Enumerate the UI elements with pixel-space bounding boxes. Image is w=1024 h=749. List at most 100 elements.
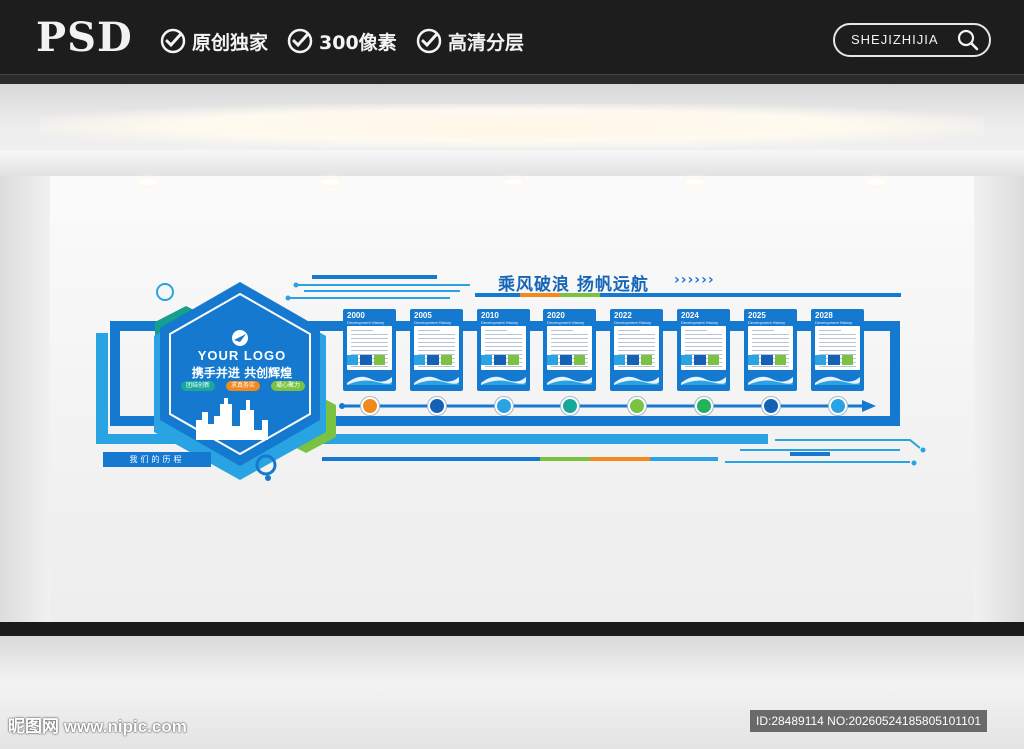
card-photos	[614, 355, 652, 365]
card-photos	[815, 355, 853, 365]
text-line	[485, 334, 522, 335]
image-id-watermark: ID:28489114 NO:20260524185805101101	[750, 710, 988, 732]
text-line	[418, 342, 455, 343]
timeline-card: 2028 Development History	[811, 309, 864, 391]
timeline-card: 2020 Development History	[543, 309, 596, 391]
text-line	[685, 350, 722, 351]
text-line	[485, 330, 507, 331]
text-line	[485, 366, 522, 367]
value-tag: 凝心聚力	[270, 381, 305, 391]
logo-text: YOUR LOGO	[197, 348, 287, 363]
timeline-card: 2024 Development History	[677, 309, 730, 391]
wave-decoration	[481, 376, 526, 385]
text-line	[551, 330, 573, 331]
timeline-year: 2022	[614, 311, 632, 320]
text-line	[752, 366, 789, 367]
text-line	[685, 334, 722, 335]
text-line	[752, 342, 789, 343]
text-line	[351, 338, 388, 339]
card-photos	[547, 355, 585, 365]
text-line	[685, 330, 707, 331]
text-line	[551, 350, 588, 351]
timeline-subtitle: Development History	[681, 320, 719, 325]
text-line	[618, 346, 655, 347]
text-line	[685, 338, 722, 339]
text-line	[752, 350, 789, 351]
wave-decoration	[347, 376, 392, 385]
timeline-subtitle: Development History	[414, 320, 452, 325]
wall-title: 乘风破浪 扬帆远航	[498, 275, 649, 295]
card-photos	[347, 355, 385, 365]
card-photos	[681, 355, 719, 365]
value-tag: 团结创新	[181, 381, 216, 391]
text-line	[752, 338, 789, 339]
text-line	[351, 330, 373, 331]
slogan: 携手并进 共创辉煌	[191, 366, 293, 380]
timeline-card: 2005 Development History	[410, 309, 463, 391]
timeline-card: 2025 Development History	[744, 309, 797, 391]
text-line	[485, 338, 522, 339]
value-tag: 求真务实	[225, 381, 260, 391]
timeline-node	[428, 397, 446, 415]
text-line	[418, 334, 455, 335]
timeline-subtitle: Development History	[815, 320, 853, 325]
text-line	[819, 366, 856, 367]
card-photos	[414, 355, 452, 365]
text-line	[752, 334, 789, 335]
text-line	[618, 366, 655, 367]
text-line	[819, 338, 856, 339]
text-line	[551, 342, 588, 343]
text-line	[819, 330, 841, 331]
text-line	[351, 342, 388, 343]
text-line	[819, 350, 856, 351]
timeline-year: 2010	[481, 311, 499, 320]
text-line	[351, 346, 388, 347]
timeline-node	[695, 397, 713, 415]
text-line	[618, 338, 655, 339]
text-line	[685, 342, 722, 343]
text-line	[551, 346, 588, 347]
timeline-node	[829, 397, 847, 415]
timeline-node	[361, 397, 379, 415]
timeline-card: 2000 Development History	[343, 309, 396, 391]
text-line	[618, 330, 640, 331]
text-line	[551, 338, 588, 339]
text-line	[351, 350, 388, 351]
timeline-node	[561, 397, 579, 415]
wave-decoration	[547, 376, 592, 385]
card-photos	[481, 355, 519, 365]
text-line	[752, 346, 789, 347]
timeline-card: 2010 Development History	[477, 309, 530, 391]
text-line	[351, 366, 388, 367]
text-line	[685, 346, 722, 347]
text-line	[418, 346, 455, 347]
text-line	[418, 366, 455, 367]
timeline-card: 2022 Development History	[610, 309, 663, 391]
timeline-year: 2020	[547, 311, 565, 320]
chevron-arrows-icon: ››››››	[674, 272, 715, 288]
timeline-year: 2005	[414, 311, 432, 320]
card-photos	[748, 355, 786, 365]
text-line	[685, 366, 722, 367]
text-line	[485, 350, 522, 351]
timeline-subtitle: Development History	[481, 320, 519, 325]
timeline-subtitle: Development History	[614, 320, 652, 325]
text-line	[819, 342, 856, 343]
text-line	[485, 346, 522, 347]
timeline-node	[495, 397, 513, 415]
text-line	[618, 334, 655, 335]
timeline-subtitle: Development History	[347, 320, 385, 325]
wave-decoration	[815, 376, 860, 385]
timeline-subtitle: Development History	[547, 320, 585, 325]
timeline-node	[762, 397, 780, 415]
text-line	[418, 338, 455, 339]
timeline-year: 2025	[748, 311, 766, 320]
wave-decoration	[748, 376, 793, 385]
history-label: 我们的历程	[103, 452, 211, 467]
text-line	[351, 334, 388, 335]
text-line	[485, 342, 522, 343]
timeline-year: 2028	[815, 311, 833, 320]
text-line	[618, 342, 655, 343]
timeline-node	[628, 397, 646, 415]
timeline-year: 2024	[681, 311, 699, 320]
